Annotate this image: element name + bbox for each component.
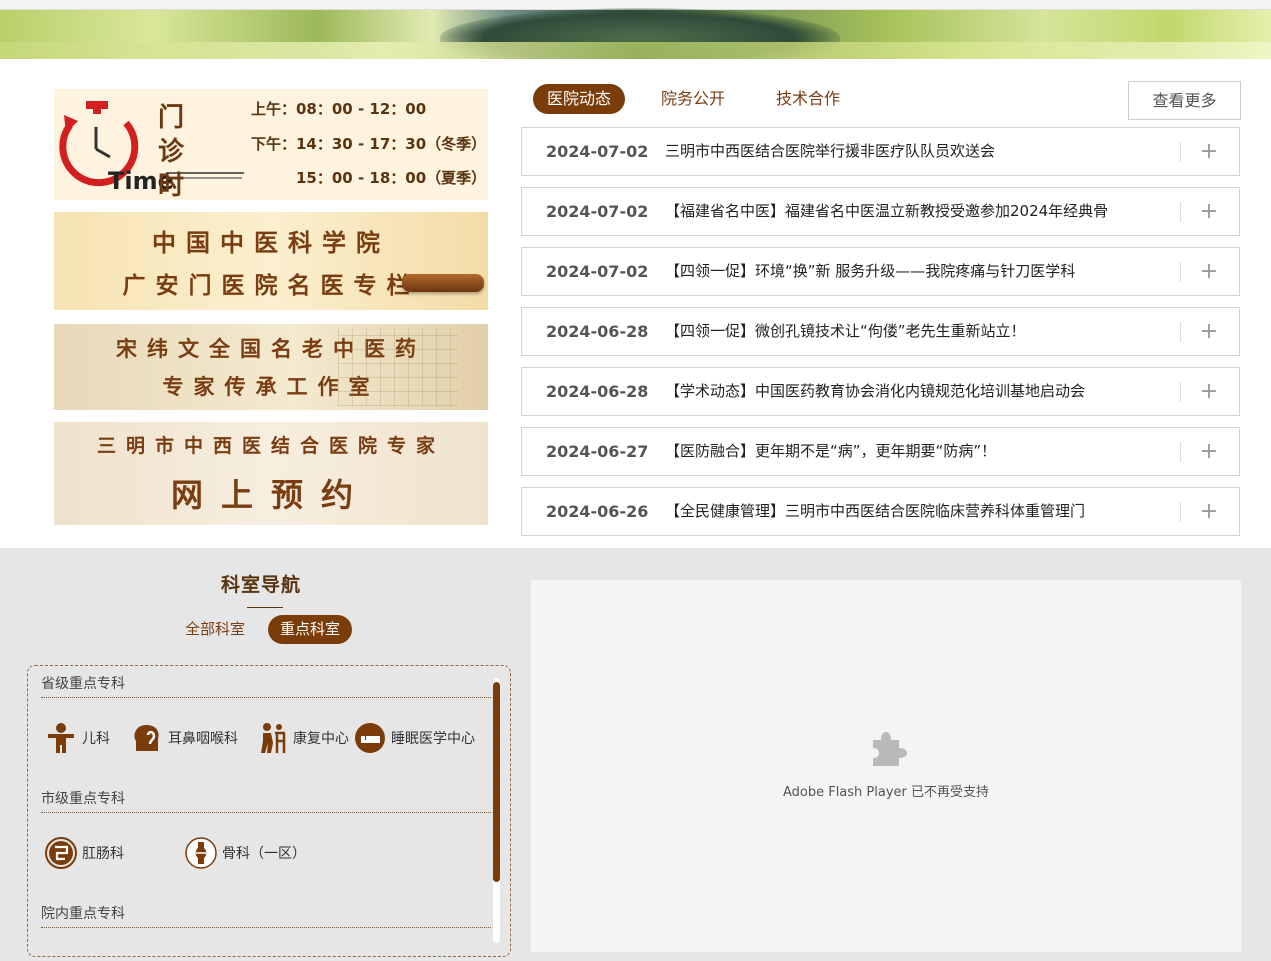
flash-plugin-area[interactable]: Adobe Flash Player 已不再受支持	[531, 580, 1241, 952]
dept-anorectal[interactable]: 肛肠科	[44, 836, 124, 870]
news-item[interactable]: 2024-07-02 【福建省名中医】福建省名中医温立新教授受邀参加2024年经…	[521, 187, 1240, 236]
department-list-box: 省级重点专科 儿科 耳鼻咽喉科 康复中心 睡眠医学中心 市级重点专科 肛肠科 骨…	[27, 665, 511, 957]
bone-joint-icon	[185, 837, 217, 869]
news-date: 2024-06-26	[546, 502, 649, 521]
plus-icon[interactable]: +	[1194, 128, 1224, 175]
tab-all-departments[interactable]: 全部科室	[185, 615, 245, 644]
tab-hospital-news[interactable]: 医院动态	[533, 84, 626, 114]
afternoon-summer-hours: 15：00 - 18：00（夏季）	[296, 169, 487, 187]
morning-hours: 上午：08：00 - 12：00	[251, 100, 427, 118]
news-date: 2024-07-02	[546, 262, 649, 281]
news-title[interactable]: 【福建省名中医】福建省名中医温立新教授受邀参加2024年经典骨	[665, 188, 1108, 235]
news-title[interactable]: 【全民健康管理】三明市中西医结合医院临床营养科体重管理门	[665, 488, 1085, 535]
song-weiwen-studio-banner[interactable]: 宋纬文全国名老中医药 专家传承工作室	[54, 324, 488, 410]
rehab-walker-icon	[261, 723, 286, 753]
divider	[1180, 322, 1181, 342]
news-date: 2024-06-28	[546, 322, 649, 341]
dept-ent[interactable]: 耳鼻咽喉科	[130, 721, 238, 755]
news-item[interactable]: 2024-07-02 【四领一促】环境“换”新 服务升级——我院疼痛与针刀医学科…	[521, 247, 1240, 296]
divider	[1180, 202, 1181, 222]
dept-label: 康复中心	[293, 731, 349, 747]
plus-icon[interactable]: +	[1194, 188, 1224, 235]
news-date: 2024-07-02	[546, 142, 649, 161]
divider	[41, 697, 491, 698]
divider	[1180, 502, 1181, 522]
news-item[interactable]: 2024-06-27 【医防融合】更年期不是“病”，更年期要“防病”！ +	[521, 427, 1240, 476]
online-booking-banner[interactable]: 三明市中西医结合医院专家 网上预约	[54, 422, 488, 525]
plus-icon[interactable]: +	[1194, 428, 1224, 475]
p2-line2: 广安门医院名医专栏	[122, 271, 420, 299]
divider	[1180, 382, 1181, 402]
p4-line1: 三明市中西医结合医院专家	[96, 435, 445, 457]
category-municipal: 市级重点专科	[41, 791, 125, 807]
plus-icon[interactable]: +	[1194, 248, 1224, 295]
clinic-hours-panel[interactable]: Time 门 诊 时 间 上午：08：00 - 12：00 下午：14：30 -…	[54, 89, 488, 200]
p2-line1: 中国中医科学院	[152, 227, 390, 257]
guanganmen-doctors-banner[interactable]: 中国中医科学院 广安门医院名医专栏	[54, 212, 488, 310]
view-more-button[interactable]: 查看更多	[1128, 81, 1241, 120]
dept-label: 耳鼻咽喉科	[168, 731, 238, 747]
news-item[interactable]: 2024-06-26 【全民健康管理】三明市中西医结合医院临床营养科体重管理门 …	[521, 487, 1240, 536]
news-title[interactable]: 【学术动态】中国医药教育协会消化内镜规范化培训基地启动会	[665, 368, 1085, 415]
news-item[interactable]: 2024-06-28 【四领一促】微创孔镜技术让“佝偻”老先生重新站立！ +	[521, 307, 1240, 356]
title-underline	[247, 607, 283, 608]
dept-label: 肛肠科	[82, 846, 124, 862]
news-item[interactable]: 2024-06-28 【学术动态】中国医药教育协会消化内镜规范化培训基地启动会 …	[521, 367, 1240, 416]
dept-pediatrics[interactable]: 儿科	[44, 721, 110, 755]
divider	[1180, 262, 1181, 282]
p4-line2: 网上预约	[170, 476, 371, 514]
ear-head-icon	[134, 725, 159, 751]
department-nav-title: 科室导航	[221, 574, 302, 596]
intestine-icon	[45, 837, 77, 869]
grid-decoration	[338, 328, 458, 406]
department-section: 科室导航 全部科室 重点科室 省级重点专科 儿科 耳鼻咽喉科 康复中心 睡眠医学…	[0, 548, 1271, 961]
flash-unsupported-message: Adobe Flash Player 已不再受支持	[782, 785, 990, 800]
dept-label: 睡眠医学中心	[391, 731, 475, 747]
news-title[interactable]: 【医防融合】更年期不是“病”，更年期要“防病”！	[665, 428, 996, 475]
news-date: 2024-06-27	[546, 442, 649, 461]
dept-sleep-medicine[interactable]: 睡眠医学中心	[353, 721, 475, 755]
divider	[41, 812, 491, 813]
scrollbar-thumb[interactable]	[493, 682, 500, 882]
puzzle-piece-icon	[873, 732, 907, 766]
divider	[1180, 442, 1181, 462]
news-title[interactable]: 【四领一促】环境“换”新 服务升级——我院疼痛与针刀医学科	[665, 248, 1075, 295]
child-icon	[48, 723, 74, 753]
plus-icon[interactable]: +	[1194, 368, 1224, 415]
clinic-hours-title: 门 诊 时 间	[158, 103, 197, 200]
plus-icon[interactable]: +	[1194, 308, 1224, 355]
divider	[41, 927, 491, 928]
tab-affairs-public[interactable]: 院务公开	[661, 84, 725, 114]
dept-rehabilitation[interactable]: 康复中心	[255, 721, 349, 755]
category-provincial: 省级重点专科	[41, 676, 125, 692]
bamboo-scroll-icon	[402, 274, 484, 292]
plus-icon[interactable]: +	[1194, 488, 1224, 535]
banner-grass	[0, 42, 1271, 59]
news-date: 2024-06-28	[546, 382, 649, 401]
bed-icon	[355, 723, 385, 753]
afternoon-winter-hours: 下午：14：30 - 17：30（冬季）	[251, 135, 487, 153]
top-banner	[0, 0, 1271, 59]
dept-orthopedics-1[interactable]: 骨科（一区）	[184, 836, 306, 870]
dept-label: 儿科	[82, 731, 110, 747]
tab-key-departments[interactable]: 重点科室	[268, 615, 353, 644]
dept-label: 骨科（一区）	[222, 846, 306, 862]
news-title[interactable]: 三明市中西医结合医院举行援非医疗队队员欢送会	[665, 128, 995, 175]
news-item[interactable]: 2024-07-02 三明市中西医结合医院举行援非医疗队队员欢送会 +	[521, 127, 1240, 176]
news-title[interactable]: 【四领一促】微创孔镜技术让“佝偻”老先生重新站立！	[665, 308, 1026, 355]
divider	[1180, 142, 1181, 162]
tab-tech-cooperation[interactable]: 技术合作	[776, 84, 840, 114]
category-in-hospital: 院内重点专科	[41, 906, 125, 922]
news-date: 2024-07-02	[546, 202, 649, 221]
